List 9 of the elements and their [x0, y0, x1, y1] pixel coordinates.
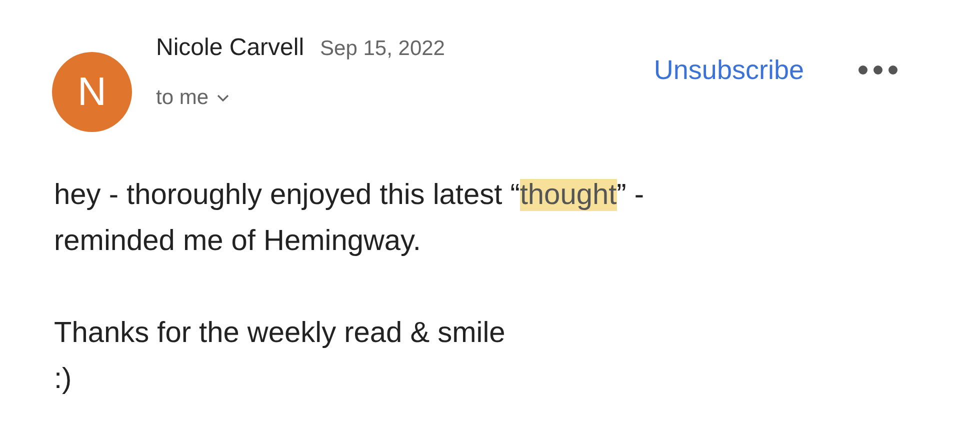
more-options-button[interactable] — [858, 65, 898, 76]
recipients-toggle[interactable]: to me — [156, 82, 445, 114]
message-paragraph: Thanks for the weekly read & smile :) — [54, 316, 506, 397]
chevron-down-icon — [216, 94, 229, 102]
email-date: Sep 15, 2022 — [320, 36, 445, 62]
message-paragraph: hey - thoroughly enjoyed this latest “thought” - reminded me of Hemingway. — [54, 178, 646, 259]
unsubscribe-link[interactable]: Unsubscribe — [654, 50, 804, 90]
sender-name: Nicole Carvell — [156, 33, 304, 63]
avatar: N — [52, 52, 132, 132]
